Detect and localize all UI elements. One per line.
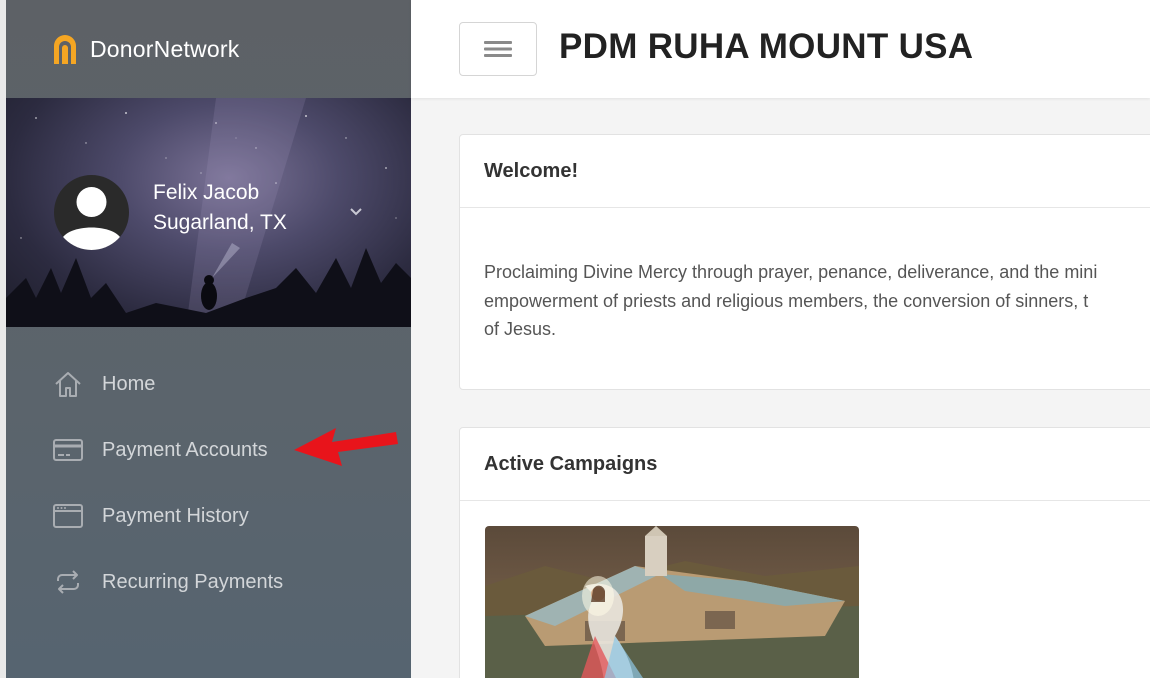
profile-panel: Felix Jacob Sugarland, TX [6,98,411,327]
campaign-photo [485,526,859,678]
welcome-line: Proclaiming Divine Mercy through prayer,… [484,262,1098,282]
menu-toggle-button[interactable] [459,22,537,76]
home-icon [55,372,81,397]
user-location: Sugarland, TX [153,211,287,234]
sidebar-item-home[interactable]: Home [6,356,411,412]
brand-logo-icon [54,35,76,64]
campaign-image[interactable] [485,526,859,678]
page-title: PDM RUHA MOUNT USA [559,27,974,66]
hamburger-icon [484,41,512,57]
browser-window-icon [53,504,83,528]
sidebar-item-recurring-payments[interactable]: Recurring Payments [6,554,411,610]
repeat-icon [57,570,79,594]
card-title: Welcome! [460,135,1150,208]
sidebar-item-label: Home [102,372,156,395]
sidebar-item-label: Recurring Payments [102,570,284,593]
welcome-card: Welcome! Proclaiming Divine Mercy throug… [459,134,1150,390]
card-title: Active Campaigns [460,428,1150,501]
active-campaigns-card: Active Campaigns [459,427,1150,678]
user-avatar-icon [61,187,122,250]
brand-name: DonorNetwork [90,35,240,62]
sidebar-item-label: Payment History [102,504,249,527]
brand[interactable]: DonorNetwork [6,0,411,98]
chevron-down-icon[interactable] [346,202,366,222]
credit-card-icon [53,439,83,461]
sidebar-item-label: Payment Accounts [102,438,268,461]
welcome-text: Proclaiming Divine Mercy through prayer,… [484,258,1150,344]
welcome-line: empowerment of priests and religious mem… [484,290,1089,311]
sidebar-item-payment-history[interactable]: Payment History [6,488,411,544]
user-name: Felix Jacob [153,181,260,204]
welcome-line: of Jesus. [484,319,557,339]
top-bar: PDM RUHA MOUNT USA [411,0,1150,98]
annotation-arrow-icon [294,428,398,466]
avatar[interactable] [54,175,129,250]
sidebar: DonorNetwork Felix Jacob Sugarland, TX H… [6,0,411,678]
